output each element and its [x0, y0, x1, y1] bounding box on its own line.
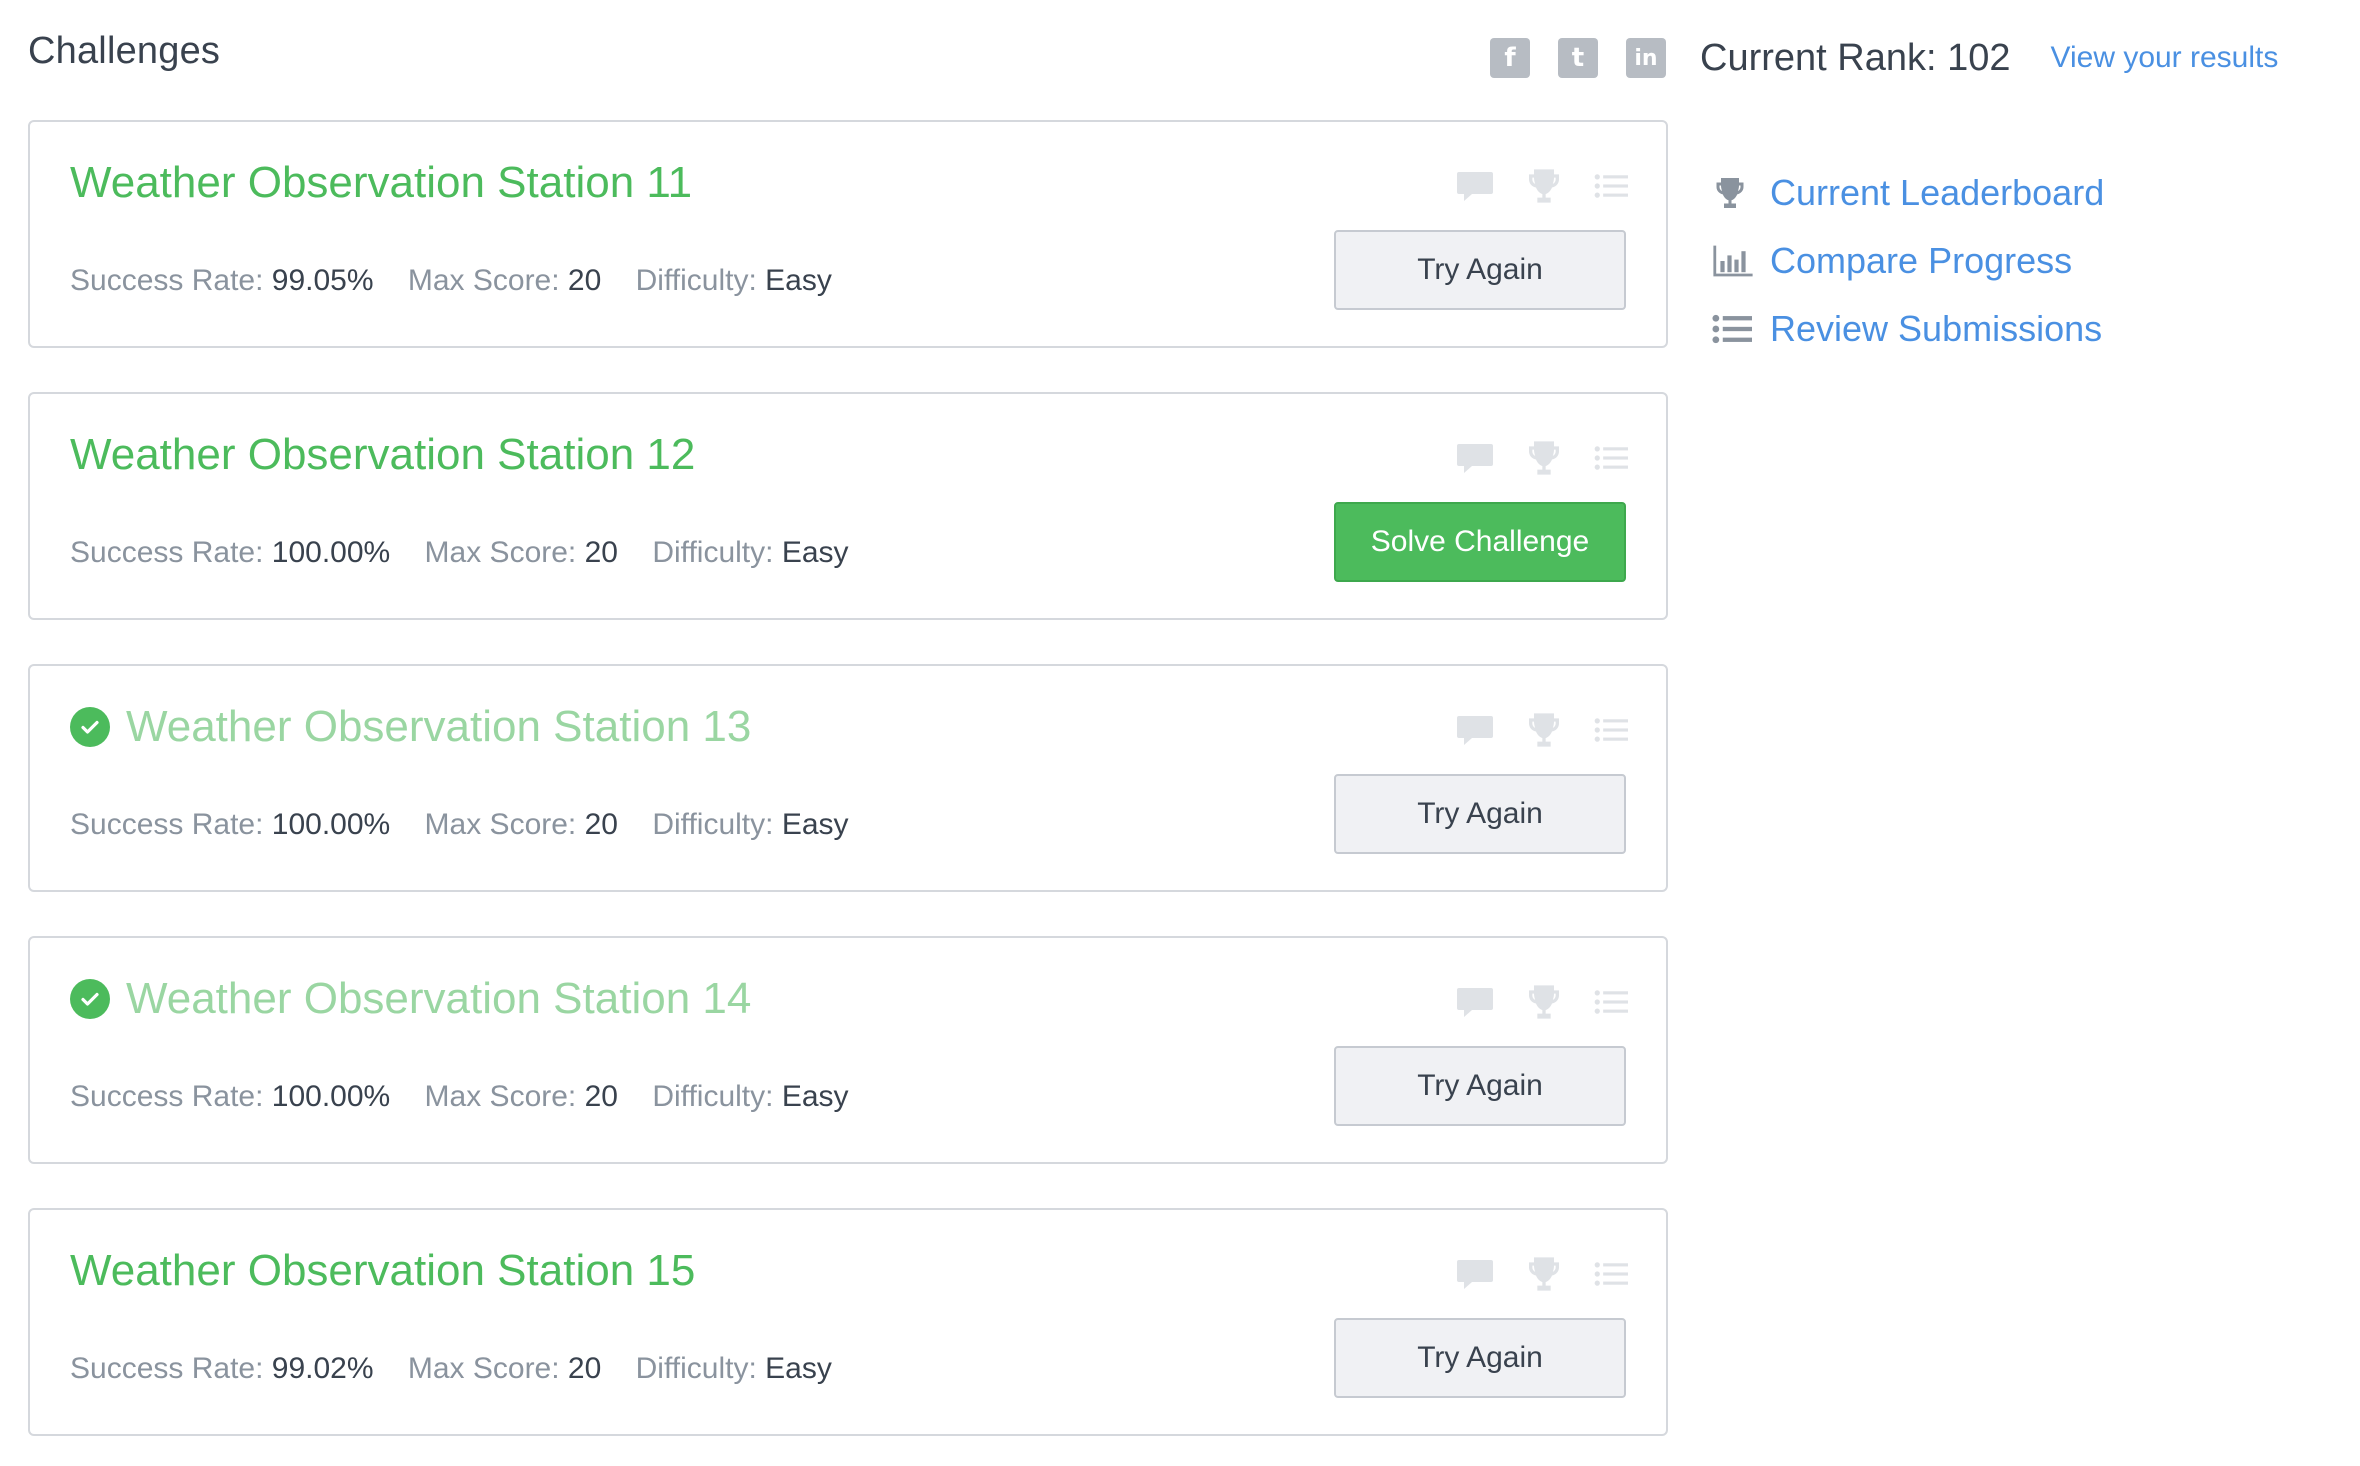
leaderboard-trophy-icon[interactable]	[1524, 982, 1564, 1022]
difficulty-label: Difficulty:	[652, 808, 782, 841]
challenge-stats: Success Rate: 99.05% Max Score: 20 Diffi…	[70, 264, 858, 298]
challenge-actions	[1426, 710, 1628, 750]
difficulty-value: Easy	[781, 536, 849, 569]
sidebar-item-label[interactable]: Review Submissions	[1770, 308, 2102, 350]
max-score-label: Max Score:	[424, 1080, 585, 1113]
current-rank: Current Rank: 102	[1700, 36, 2011, 79]
check-circle-icon	[70, 979, 110, 1019]
success-rate-label: Success Rate:	[70, 808, 272, 841]
sidebar-links: Current Leaderboard Compare Progress Rev…	[1712, 170, 2104, 374]
leaderboard-trophy-icon[interactable]	[1524, 1254, 1564, 1294]
challenge-title: Weather Observation Station 11	[70, 158, 693, 207]
challenge-actions	[1426, 1254, 1628, 1294]
max-score-value: 20	[584, 536, 618, 569]
challenge-title: Weather Observation Station 15	[70, 1246, 696, 1295]
sidebar-item-review-submissions[interactable]: Review Submissions	[1712, 306, 2104, 352]
discussion-icon[interactable]	[1456, 714, 1494, 746]
challenge-stats: Success Rate: 100.00% Max Score: 20 Diff…	[70, 1080, 875, 1114]
max-score-label: Max Score:	[407, 264, 568, 297]
leaderboard-trophy-icon[interactable]	[1524, 438, 1564, 478]
challenge-title: Weather Observation Station 13	[126, 702, 752, 751]
challenge-title-link[interactable]: Weather Observation Station 11	[70, 158, 692, 208]
challenge-card: Weather Observation Station 14 Success R…	[28, 936, 1668, 1164]
submissions-list-icon[interactable]	[1594, 1260, 1628, 1288]
sidebar-item-label[interactable]: Current Leaderboard	[1770, 172, 2104, 214]
discussion-icon[interactable]	[1456, 442, 1494, 474]
discussion-icon[interactable]	[1456, 170, 1494, 202]
success-rate-value: 99.05%	[271, 264, 374, 297]
difficulty-label: Difficulty:	[635, 264, 766, 297]
page-title: Challenges	[28, 30, 221, 72]
difficulty-value: Easy	[765, 1352, 832, 1385]
challenge-title: Weather Observation Station 14	[126, 974, 752, 1023]
max-score-value: 20	[567, 264, 602, 297]
difficulty-value: Easy	[781, 808, 849, 841]
challenge-stats: Success Rate: 100.00% Max Score: 20 Diff…	[70, 536, 875, 570]
difficulty-value: Easy	[781, 1080, 849, 1113]
submissions-list-icon[interactable]	[1594, 988, 1628, 1016]
trophy-icon	[1712, 175, 1754, 211]
success-rate-label: Success Rate:	[70, 1080, 272, 1113]
submissions-list-icon[interactable]	[1594, 716, 1628, 744]
linkedin-icon[interactable]: in	[1626, 38, 1666, 78]
success-rate-label: Success Rate:	[70, 264, 272, 297]
sidebar-item-current-leaderboard[interactable]: Current Leaderboard	[1712, 170, 2104, 216]
try-again-button[interactable]: Try Again	[1334, 1318, 1626, 1398]
success-rate-value: 100.00%	[271, 536, 391, 569]
success-rate-label: Success Rate:	[70, 536, 272, 569]
max-score-label: Max Score:	[424, 536, 585, 569]
challenge-actions	[1426, 438, 1628, 478]
discussion-icon[interactable]	[1456, 986, 1494, 1018]
success-rate-label: Success Rate:	[70, 1352, 272, 1385]
sidebar-item-compare-progress[interactable]: Compare Progress	[1712, 238, 2104, 284]
max-score-value: 20	[584, 808, 618, 841]
difficulty-label: Difficulty:	[635, 1352, 766, 1385]
header-actions: f t in Current Rank: 102 View your resul…	[1490, 30, 2278, 86]
submissions-list-icon[interactable]	[1594, 172, 1628, 200]
challenge-title-link[interactable]: Weather Observation Station 14	[70, 974, 751, 1024]
bar-chart-icon	[1712, 243, 1754, 279]
leaderboard-trophy-icon[interactable]	[1524, 710, 1564, 750]
discussion-icon[interactable]	[1456, 1258, 1494, 1290]
challenge-title-link[interactable]: Weather Observation Station 12	[70, 430, 695, 480]
max-score-label: Max Score:	[407, 1352, 568, 1385]
difficulty-value: Easy	[765, 264, 832, 297]
success-rate-value: 99.02%	[271, 1352, 374, 1385]
challenge-stats: Success Rate: 100.00% Max Score: 20 Diff…	[70, 808, 875, 842]
leaderboard-trophy-icon[interactable]	[1524, 166, 1564, 206]
difficulty-label: Difficulty:	[652, 1080, 782, 1113]
submissions-list-icon[interactable]	[1594, 444, 1628, 472]
challenge-title: Weather Observation Station 12	[70, 430, 696, 479]
max-score-label: Max Score:	[424, 808, 585, 841]
challenge-stats: Success Rate: 99.02% Max Score: 20 Diffi…	[70, 1352, 858, 1386]
solve-challenge-button[interactable]: Solve Challenge	[1334, 502, 1626, 582]
challenge-card: Weather Observation Station 12 Success R…	[28, 392, 1668, 620]
difficulty-label: Difficulty:	[652, 536, 782, 569]
check-circle-icon	[70, 707, 110, 747]
challenge-actions	[1426, 982, 1628, 1022]
try-again-button[interactable]: Try Again	[1334, 1046, 1626, 1126]
try-again-button[interactable]: Try Again	[1334, 774, 1626, 854]
twitter-icon[interactable]: t	[1558, 38, 1598, 78]
challenge-title-link[interactable]: Weather Observation Station 15	[70, 1246, 695, 1296]
challenge-card: Weather Observation Station 13 Success R…	[28, 664, 1668, 892]
sidebar-item-label[interactable]: Compare Progress	[1770, 240, 2072, 282]
try-again-button[interactable]: Try Again	[1334, 230, 1626, 310]
challenge-card: Weather Observation Station 15 Success R…	[28, 1208, 1668, 1436]
challenge-title-link[interactable]: Weather Observation Station 13	[70, 702, 751, 752]
facebook-icon[interactable]: f	[1490, 38, 1530, 78]
list-icon	[1712, 313, 1754, 345]
max-score-value: 20	[567, 1352, 602, 1385]
success-rate-value: 100.00%	[271, 808, 391, 841]
success-rate-value: 100.00%	[271, 1080, 391, 1113]
challenge-card: Weather Observation Station 11 Success R…	[28, 120, 1668, 348]
challenge-actions	[1426, 166, 1628, 206]
view-results-link[interactable]: View your results	[2051, 41, 2279, 75]
max-score-value: 20	[584, 1080, 618, 1113]
